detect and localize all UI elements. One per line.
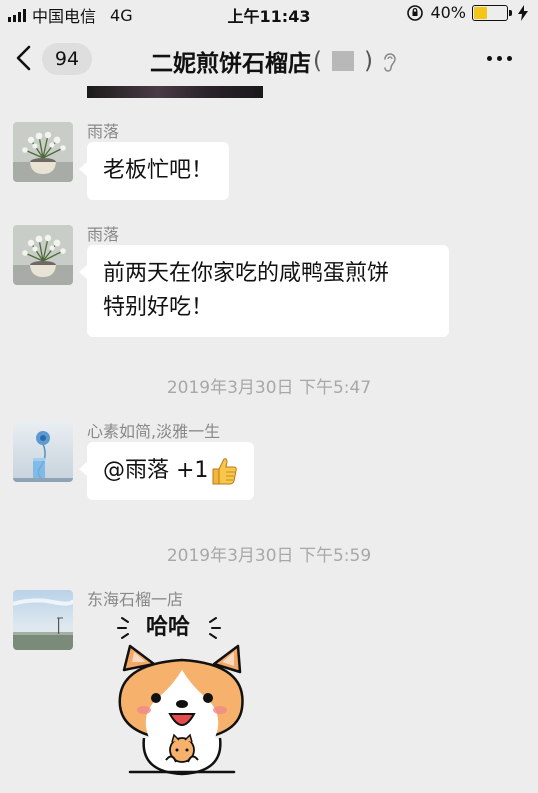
charging-bolt-icon [518,4,528,21]
sticker-caption: 哈哈 [146,614,190,640]
timestamp-divider: 2019年3月30日 下午5:47 [166,378,372,398]
title-paren-close: ) [363,48,373,74]
title-paren-open: ( [313,48,322,74]
sky-landscape-avatar[interactable] [13,590,73,650]
corgi-sticker[interactable]: 哈哈 [110,610,260,784]
chat-title-text: 二妮煎饼石榴店 [150,51,311,77]
chat-title: 二妮煎饼石榴店 ( ) [150,44,397,78]
redacted-member-count [331,51,354,71]
status-right: 40% [406,3,528,22]
flower-pot-avatar[interactable] [13,122,73,182]
message-text: @雨落 +1 [103,458,209,483]
sender-name: 心素如简,淡雅一生 [87,422,221,441]
message-text: 老板忙吧！ [103,158,214,183]
message-text-line: 前两天在你家吃的咸鸭蛋煎饼 [103,261,390,286]
message-bubble[interactable]: 前两天在你家吃的咸鸭蛋煎饼 特别好吃！ [79,245,449,337]
sender-name: 雨落 [87,225,120,244]
battery-fill [474,6,487,19]
previous-image-message[interactable] [87,86,263,98]
sender-name: 东海石榴一店 [87,590,184,609]
more-options-button[interactable] [487,56,512,61]
orientation-lock-icon [407,4,424,21]
thumbs-up-icon [212,458,238,485]
sender-name: 雨落 [87,122,120,141]
unread-count-badge[interactable]: 94 [42,43,92,75]
chat-nav-bar: 94 二妮煎饼石榴店 ( ) [0,26,538,90]
message-text-line: 特别好吃！ [103,295,214,320]
message-bubble[interactable]: @雨落 +1 [78,442,255,500]
status-bar: 中国电信 4G 上午11:43 40% [0,0,538,26]
earpiece-mode-icon [384,53,396,72]
flower-pot-avatar[interactable] [13,225,73,285]
battery-icon [472,4,512,21]
back-chevron-icon[interactable] [14,44,34,72]
message-bubble[interactable]: 老板忙吧！ [78,142,230,200]
blue-flower-vase-avatar[interactable] [13,422,73,482]
timestamp-divider: 2019年3月30日 下午5:59 [166,546,372,566]
battery-percent: 40% [430,3,466,22]
